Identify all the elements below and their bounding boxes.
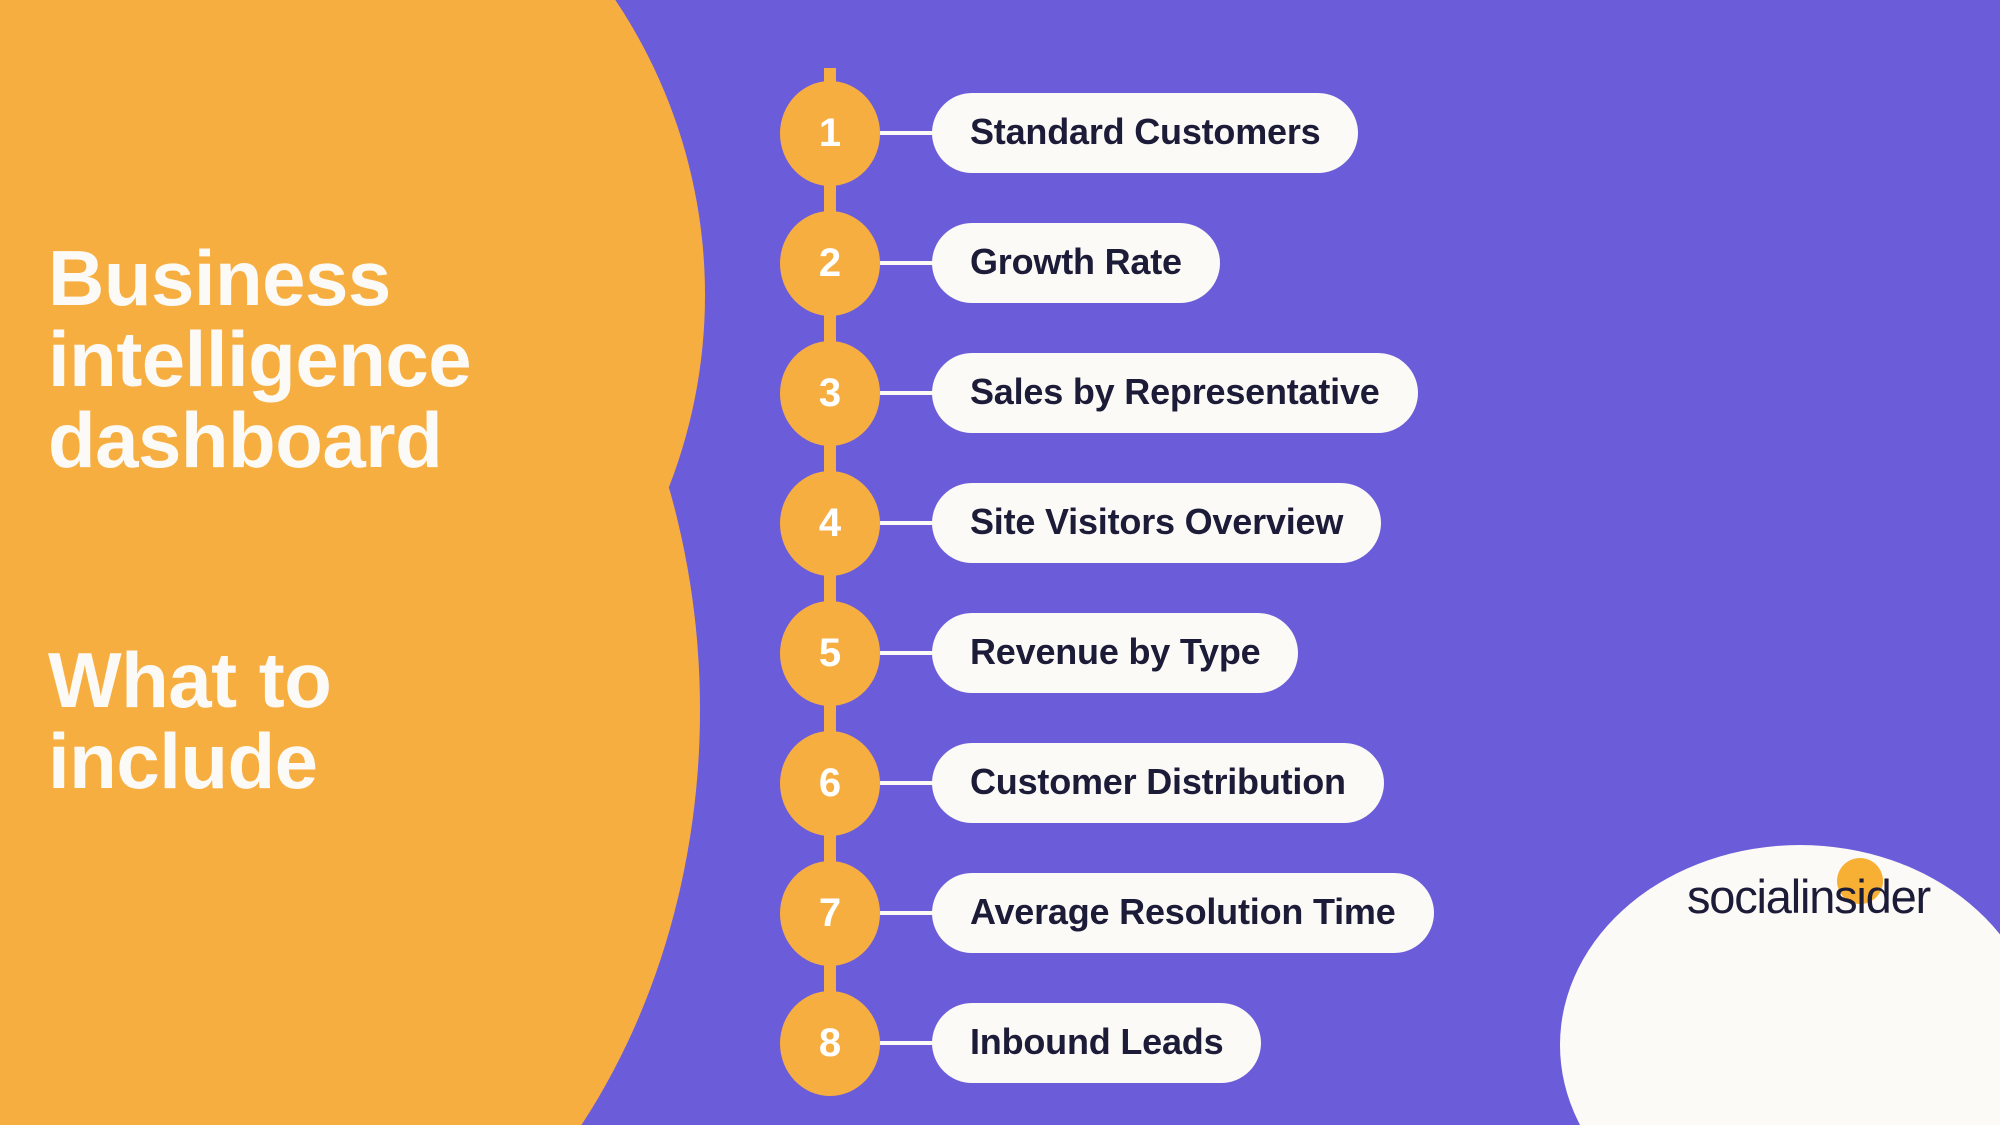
step-number-badge: 8 [780, 990, 880, 1096]
step-number-badge: 5 [780, 600, 880, 706]
socialinsider-logo[interactable]: socialinsider [1686, 858, 1931, 923]
step-label-pill[interactable]: Average Resolution Time [932, 873, 1434, 953]
steps-list: 1 Standard Customers 2 Growth Rate 3 Sales by… [780, 68, 1434, 1108]
page-title-secondary: What to include [48, 636, 332, 806]
list-item[interactable]: 2 Growth Rate [780, 198, 1434, 328]
list-item[interactable]: 7 Average Resolution Time [780, 848, 1434, 978]
step-connector-line [880, 261, 936, 265]
step-label-pill[interactable]: Revenue by Type [932, 613, 1299, 693]
step-label-pill[interactable]: Inbound Leads [932, 1003, 1262, 1083]
step-connector-line [880, 781, 936, 785]
step-number-badge: 3 [780, 340, 880, 446]
step-number-badge: 6 [780, 730, 880, 836]
step-connector-line [880, 651, 936, 655]
page-title-primary: Business intelligence dashboard [48, 234, 472, 485]
step-connector-line [880, 391, 936, 395]
list-item[interactable]: 1 Standard Customers [780, 68, 1434, 198]
step-connector-line [880, 1041, 936, 1045]
step-number-badge: 4 [780, 470, 880, 576]
step-label-pill[interactable]: Growth Rate [932, 223, 1220, 303]
infographic-canvas: Business intelligence dashboard What to … [0, 0, 2000, 1125]
step-label-pill[interactable]: Site Visitors Overview [932, 483, 1382, 563]
step-number-badge: 7 [780, 860, 880, 966]
step-label-pill[interactable]: Customer Distribution [932, 743, 1384, 823]
step-connector-line [880, 521, 936, 525]
list-item[interactable]: 8 Inbound Leads [780, 978, 1434, 1108]
step-label-pill[interactable]: Standard Customers [932, 93, 1359, 173]
logo-wordmark: socialinsider [1686, 870, 1931, 923]
step-label-pill[interactable]: Sales by Representative [932, 353, 1418, 433]
list-item[interactable]: 5 Revenue by Type [780, 588, 1434, 718]
page-title-secondary-wrap: What to include [48, 636, 608, 806]
step-connector-line [880, 131, 936, 135]
step-connector-line [880, 911, 936, 915]
list-item[interactable]: 3 Sales by Representative [780, 328, 1434, 458]
page-title-primary-wrap: Business intelligence dashboard [48, 234, 608, 485]
step-number-badge: 1 [780, 80, 880, 186]
step-number-badge: 2 [780, 210, 880, 316]
list-item[interactable]: 6 Customer Distribution [780, 718, 1434, 848]
list-item[interactable]: 4 Site Visitors Overview [780, 458, 1434, 588]
